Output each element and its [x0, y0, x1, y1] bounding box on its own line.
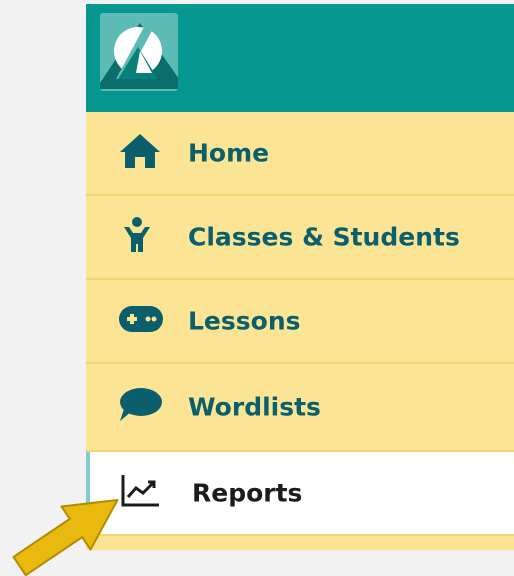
pointer-arrow-icon: [12, 499, 119, 576]
